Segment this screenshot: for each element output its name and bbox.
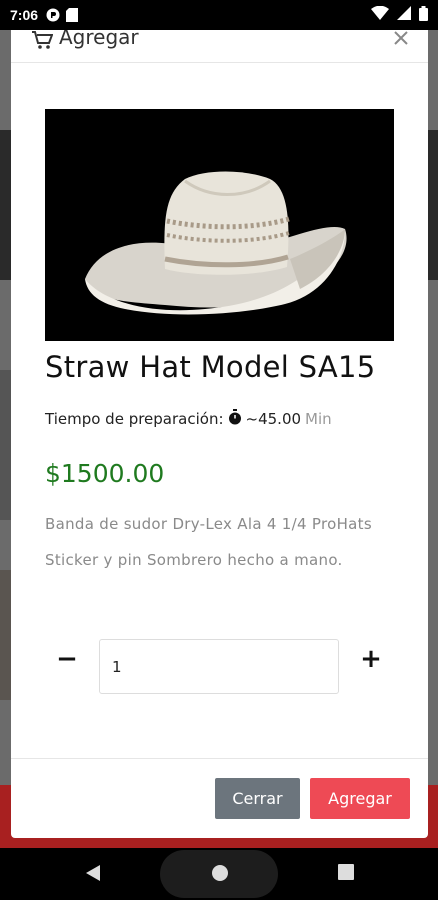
product-description: Banda de sudor Dry-Lex Ala 4 1/4 ProHats… — [45, 515, 372, 569]
back-icon[interactable] — [85, 864, 101, 886]
recent-apps-icon[interactable] — [338, 864, 354, 884]
cart-icon — [31, 30, 54, 54]
battery-icon — [419, 5, 428, 25]
product-price: $1500.00 — [45, 459, 165, 488]
background-card-left — [0, 130, 11, 280]
app-notification-icon — [46, 8, 60, 22]
wifi-icon — [371, 5, 389, 24]
prep-label: Tiempo de preparación: — [45, 410, 224, 428]
add-to-cart-modal: Agregar Straw Hat Model SA15 Tiempo de p… — [11, 30, 428, 838]
add-button[interactable]: Agregar — [310, 778, 410, 819]
product-name: Straw Hat Model SA15 — [45, 350, 376, 384]
status-icons — [371, 5, 428, 25]
modal-title: Agregar — [59, 30, 139, 49]
home-icon[interactable] — [211, 864, 229, 886]
prep-unit: Min — [305, 410, 332, 428]
straw-hat-image — [45, 109, 394, 341]
close-icon[interactable] — [394, 30, 408, 50]
sd-card-icon — [66, 8, 80, 22]
quantity-increase-button[interactable]: + — [351, 639, 391, 679]
background-card-left-3 — [0, 570, 11, 700]
modal-header: Agregar — [11, 30, 428, 63]
quantity-input[interactable] — [99, 639, 339, 694]
background-card-left-2 — [0, 370, 11, 520]
status-bar: 7:06 — [0, 0, 438, 30]
preparation-time: Tiempo de preparación: ~45.00 Min — [45, 409, 332, 429]
background-card-right — [427, 130, 438, 280]
signal-icon — [397, 6, 411, 24]
status-time: 7:06 — [10, 7, 39, 23]
prep-value: ~45.00 — [245, 410, 302, 428]
navigation-bar — [0, 848, 438, 900]
stopwatch-icon — [228, 409, 242, 429]
close-button[interactable]: Cerrar — [215, 778, 300, 819]
quantity-decrease-button[interactable]: − — [47, 639, 87, 679]
product-image — [45, 109, 394, 341]
